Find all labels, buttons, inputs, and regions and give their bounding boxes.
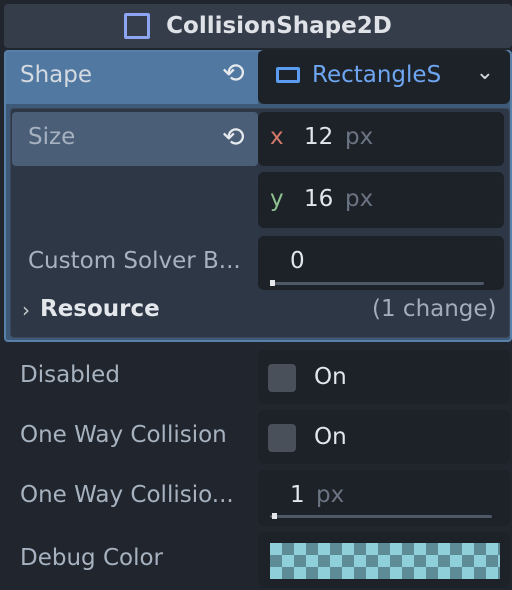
shape-resource-name: RectangleS <box>312 62 442 88</box>
one-way-margin-unit: px <box>316 482 345 508</box>
revert-icon[interactable]: ⟲ <box>222 58 245 89</box>
collision-shape-icon <box>124 13 151 39</box>
shape-label: Shape <box>20 62 93 88</box>
custom-solver-bias-value[interactable]: 0 <box>290 248 305 274</box>
one-way-margin-slider-track[interactable] <box>270 515 492 518</box>
size-revert-icon[interactable]: ⟲ <box>222 122 245 153</box>
rectangle-shape-icon <box>276 67 300 83</box>
one-way-collision-checkbox[interactable] <box>268 424 296 452</box>
one-way-margin-value[interactable]: 1 <box>290 482 305 508</box>
inspector-header: CollisionShape2D <box>4 4 512 48</box>
custom-solver-slider-knob[interactable] <box>270 280 275 286</box>
custom-solver-bias-label: Custom Solver B... <box>28 248 241 274</box>
shape-resource-picker[interactable]: RectangleS ⌄ <box>258 50 510 104</box>
one-way-margin-slider-knob[interactable] <box>272 513 277 519</box>
resource-foldout-label[interactable]: Resource <box>40 296 160 322</box>
resource-change-count: (1 change) <box>372 296 497 322</box>
size-y-value[interactable]: 16 <box>304 186 333 212</box>
one-way-collision-on-label[interactable]: On <box>314 424 347 450</box>
disabled-label: Disabled <box>20 362 120 388</box>
chevron-down-icon[interactable]: ⌄ <box>476 60 494 85</box>
size-x-unit: px <box>345 124 374 150</box>
size-x-value[interactable]: 12 <box>304 124 333 150</box>
chevron-right-icon[interactable]: › <box>22 298 30 322</box>
debug-color-label: Debug Color <box>20 545 163 571</box>
size-x-field[interactable] <box>258 112 504 166</box>
disabled-on-label[interactable]: On <box>314 364 347 390</box>
node-title: CollisionShape2D <box>166 13 392 39</box>
one-way-collision-label: One Way Collision <box>20 422 227 448</box>
disabled-checkbox[interactable] <box>268 364 296 392</box>
x-axis-label: x <box>270 124 284 150</box>
size-y-unit: px <box>345 186 374 212</box>
one-way-margin-label: One Way Collisio... <box>20 482 234 508</box>
custom-solver-slider-track[interactable] <box>270 282 484 285</box>
debug-color-swatch[interactable] <box>270 543 500 579</box>
size-label: Size <box>28 124 76 150</box>
size-y-field[interactable] <box>258 172 504 228</box>
y-axis-label: y <box>270 186 284 212</box>
